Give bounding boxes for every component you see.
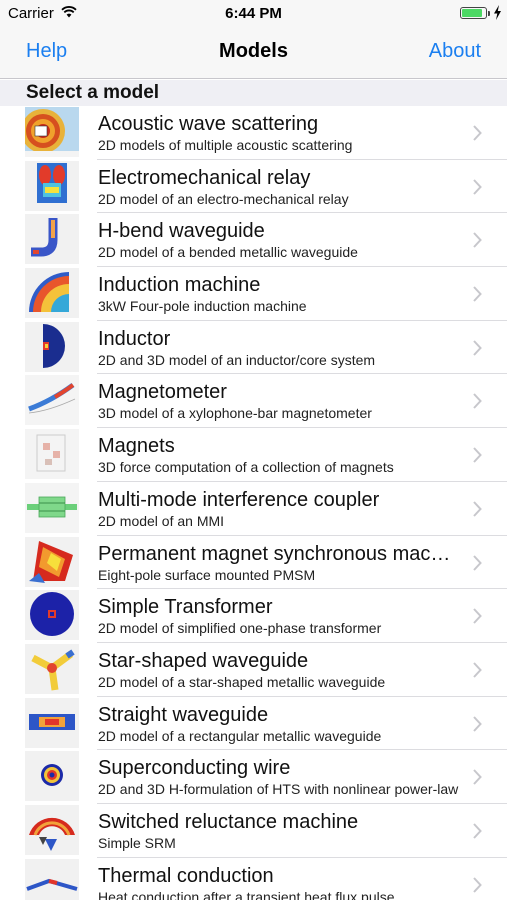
model-title: H-bend waveguide bbox=[98, 220, 265, 243]
chevron-right-icon bbox=[473, 769, 482, 785]
model-title: Electromechanical relay bbox=[98, 166, 311, 189]
chevron-right-icon bbox=[473, 393, 482, 410]
model-row[interactable]: H-bend waveguide 2D model of a bended me… bbox=[0, 213, 507, 268]
chevron-right-icon bbox=[473, 715, 482, 732]
chevron-right-icon bbox=[473, 340, 482, 356]
magnets-thumbnail bbox=[25, 429, 79, 480]
model-title: Inductor bbox=[98, 327, 171, 350]
model-row[interactable]: Electromechanical relay 2D model of an e… bbox=[0, 159, 507, 214]
induction-machine-thumbnail bbox=[25, 268, 79, 319]
model-subtitle: Eight-pole surface mounted PMSM bbox=[98, 566, 316, 583]
inductor-thumbnail bbox=[25, 321, 79, 372]
model-subtitle: 3D force computation of a collection of … bbox=[98, 459, 394, 476]
section-header: Select a model bbox=[0, 80, 507, 106]
model-subtitle: 2D model of a star-shaped metallic waveg… bbox=[98, 673, 386, 690]
h-bend-thumbnail bbox=[25, 214, 79, 265]
model-title: Magnets bbox=[98, 435, 175, 458]
model-row[interactable]: Straight waveguide 2D model of a rectang… bbox=[0, 696, 507, 751]
model-row[interactable]: Simple Transformer 2D model of simplifie… bbox=[0, 589, 507, 643]
model-row[interactable]: Permanent magnet synchronous machine Eig… bbox=[0, 535, 507, 590]
chevron-right-icon bbox=[473, 823, 482, 839]
model-subtitle: 2D and 3D H-formulation of HTS with nonl… bbox=[98, 781, 459, 798]
battery-level bbox=[462, 9, 482, 17]
battery-tip bbox=[488, 11, 490, 16]
model-subtitle: 2D models of multiple acoustic scatterin… bbox=[98, 137, 353, 153]
magnetometer-thumbnail bbox=[25, 375, 79, 426]
model-row[interactable]: Magnetometer 3D model of a xylophone-bar… bbox=[0, 374, 507, 429]
model-subtitle: 2D model of an electro-mechanical relay bbox=[98, 190, 349, 207]
status-time: 6:44 PM bbox=[225, 5, 282, 22]
model-subtitle: 2D and 3D model of an inductor/core syst… bbox=[98, 351, 376, 368]
model-list: Acoustic wave scattering 2D models of mu… bbox=[0, 106, 507, 900]
relay-thumbnail bbox=[25, 160, 79, 211]
model-row[interactable]: Superconducting wire 2D and 3D H-formula… bbox=[0, 750, 507, 804]
mmi-thumbnail bbox=[25, 482, 79, 533]
navigation-bar: Help Models About bbox=[0, 28, 507, 79]
about-button[interactable]: About bbox=[429, 40, 481, 63]
model-title: Multi-mode interference coupler bbox=[98, 488, 380, 511]
chevron-right-icon bbox=[473, 554, 482, 571]
model-title: Switched reluctance machine bbox=[98, 810, 359, 833]
acoustic-scattering-thumbnail bbox=[25, 107, 79, 157]
chevron-right-icon bbox=[473, 501, 482, 517]
pmsm-thumbnail bbox=[25, 536, 79, 587]
charging-bolt-icon bbox=[494, 5, 501, 20]
model-row[interactable]: Magnets 3D force computation of a collec… bbox=[0, 428, 507, 482]
model-subtitle: 2D model of an MMI bbox=[98, 512, 225, 529]
model-subtitle: 2D model of simplified one-phase transfo… bbox=[98, 620, 382, 637]
model-subtitle: Heat conduction after a transient heat f… bbox=[98, 888, 395, 900]
model-title: Thermal conduction bbox=[98, 864, 274, 887]
model-title: Magnetometer bbox=[98, 381, 227, 404]
chevron-right-icon bbox=[473, 286, 482, 302]
model-subtitle: 3D model of a xylophone-bar magnetometer bbox=[98, 405, 372, 422]
status-bar: Carrier 6:44 PM bbox=[0, 0, 507, 28]
model-row[interactable]: Induction machine 3kW Four-pole inductio… bbox=[0, 267, 507, 321]
model-subtitle: 2D model of a rectangular metallic waveg… bbox=[98, 727, 382, 744]
chevron-right-icon bbox=[473, 447, 482, 463]
superconducting-wire-thumbnail bbox=[25, 751, 79, 802]
model-subtitle: 2D model of a bended metallic waveguide bbox=[98, 244, 358, 261]
model-title: Induction machine bbox=[98, 274, 261, 297]
battery-icon bbox=[460, 7, 487, 19]
chevron-right-icon bbox=[473, 608, 482, 624]
model-title: Straight waveguide bbox=[98, 703, 269, 726]
chevron-right-icon bbox=[473, 662, 482, 678]
model-subtitle: Simple SRM bbox=[98, 834, 176, 851]
star-waveguide-thumbnail bbox=[25, 643, 79, 694]
thermal-conduction-thumbnail bbox=[25, 858, 79, 900]
straight-waveguide-thumbnail bbox=[25, 697, 79, 748]
model-subtitle: 3kW Four-pole induction machine bbox=[98, 298, 307, 315]
model-title: Star-shaped waveguide bbox=[98, 649, 309, 672]
model-row[interactable]: Acoustic wave scattering 2D models of mu… bbox=[0, 106, 507, 160]
model-row[interactable]: Star-shaped waveguide 2D model of a star… bbox=[0, 642, 507, 697]
srm-thumbnail bbox=[25, 804, 79, 855]
model-row[interactable]: Inductor 2D and 3D model of an inductor/… bbox=[0, 320, 507, 375]
model-row[interactable]: Thermal conduction Heat conduction after… bbox=[0, 857, 507, 900]
model-title: Simple Transformer bbox=[98, 596, 273, 619]
model-row[interactable]: Multi-mode interference coupler 2D model… bbox=[0, 481, 507, 536]
chevron-right-icon bbox=[473, 179, 482, 195]
model-title: Acoustic wave scattering bbox=[98, 113, 319, 135]
chevron-right-icon bbox=[473, 876, 482, 893]
section-header-label: Select a model bbox=[26, 82, 160, 103]
model-title: Superconducting wire bbox=[98, 757, 291, 780]
chevron-right-icon bbox=[473, 125, 482, 141]
chevron-right-icon bbox=[473, 232, 482, 249]
model-row[interactable]: Switched reluctance machine Simple SRM bbox=[0, 803, 507, 858]
model-title: Permanent magnet synchronous machine bbox=[98, 542, 458, 565]
transformer-thumbnail bbox=[25, 590, 79, 641]
